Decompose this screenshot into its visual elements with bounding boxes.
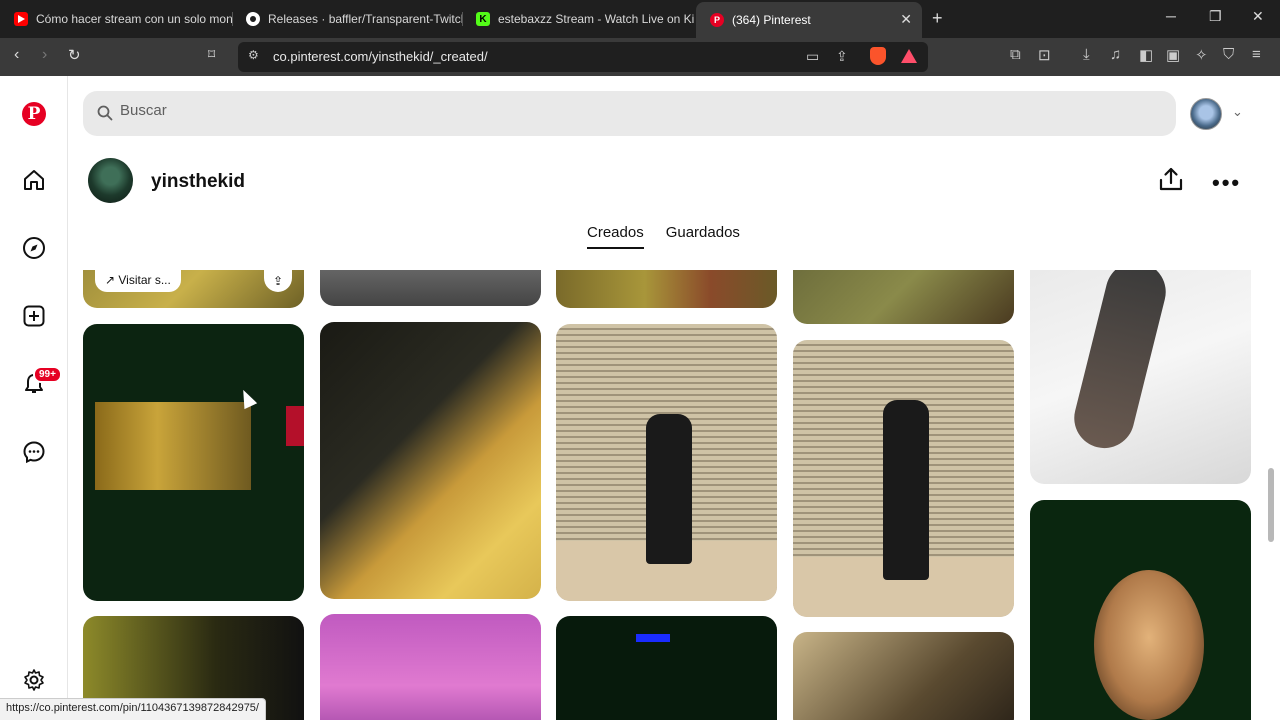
pin-card[interactable] [793,340,1014,617]
extensions-icon[interactable]: ⧉ [1010,46,1021,63]
minimize-icon[interactable]: ─ [1166,8,1176,24]
pin-card[interactable] [556,270,777,308]
more-options-icon[interactable]: ••• [1212,170,1241,196]
account-menu-chevron-down-icon[interactable]: ⌄ [1232,104,1243,120]
explore-icon[interactable] [22,236,46,260]
pin-image [286,406,304,446]
share-page-icon[interactable]: ⇪ [836,48,848,65]
tab-youtube[interactable]: Cómo hacer stream con un solo mon [0,0,232,38]
search-input[interactable] [120,102,1020,119]
tab-pinterest[interactable]: P (364) Pinterest ✕ [696,2,922,38]
scrollbar[interactable] [1268,468,1274,542]
tab-title: Releases · baffler/Transparent-Twitch- [268,12,462,26]
close-window-icon[interactable]: ✕ [1252,8,1264,25]
pin-card[interactable] [793,632,1014,720]
notification-badge: 99+ [33,366,62,383]
pinterest-logo-icon[interactable]: P [22,102,46,126]
home-icon[interactable] [22,168,46,192]
music-icon[interactable]: ♫ [1110,46,1121,63]
tab-title: estebaxzz Stream - Watch Live on Kic [498,12,694,26]
tab-title: Cómo hacer stream con un solo mon [36,12,232,26]
pin-image [883,400,929,580]
kick-icon: K [476,12,490,26]
pin-card[interactable] [793,270,1014,324]
pin-card[interactable] [83,324,304,601]
tab-saved[interactable]: Guardados [666,224,740,249]
browser-toolbar: ‹ › ↻ ⌑ ⚙ co.pinterest.com/yinsthekid/_c… [0,38,1280,76]
pin-card[interactable] [556,616,777,720]
pin-image [95,402,251,490]
cast-icon[interactable]: ▭ [806,48,819,65]
tab-created[interactable]: Creados [587,224,644,249]
account-avatar[interactable] [1190,98,1222,130]
pin-card[interactable] [1030,500,1251,720]
profile-avatar[interactable] [88,158,133,203]
tab-title: (364) Pinterest [732,13,811,27]
close-tab-icon[interactable]: ✕ [900,11,912,28]
pin-card[interactable]: ↗ Visitar s... ⇪ [83,270,304,308]
pin-card[interactable] [556,324,777,601]
profile-username: yinsthekid [151,171,245,192]
brave-rewards-icon[interactable] [901,49,917,63]
pin-share-icon[interactable]: ⇪ [264,270,292,292]
browser-tab-bar: Cómo hacer stream con un solo mon Releas… [0,0,1280,38]
visit-site-button[interactable]: ↗ Visitar s... [95,270,181,292]
share-profile-icon[interactable] [1158,166,1184,192]
status-url-bar: https://co.pinterest.com/pin/11043671398… [0,698,266,720]
wallet-icon[interactable]: ▣ [1166,46,1180,64]
search-icon [97,105,113,121]
search-bar[interactable] [83,91,1176,136]
messages-icon[interactable] [22,440,46,464]
tab-search-icon[interactable]: ⊡ [1038,46,1051,64]
reload-icon[interactable]: ↻ [68,46,81,64]
pin-image [636,634,670,642]
pin-card[interactable] [320,322,541,599]
profile-tabs: Creados Guardados [587,224,740,249]
sidebar-toggle-icon[interactable]: ◧ [1139,46,1153,64]
pinterest-icon: P [710,13,724,27]
settings-icon[interactable] [22,668,46,692]
pin-grid: ↗ Visitar s... ⇪ [70,270,1280,720]
back-icon[interactable]: ‹ [14,46,19,64]
youtube-icon [14,12,28,26]
pin-image [1094,570,1204,720]
pin-image [646,414,692,564]
menu-icon[interactable]: ≡ [1252,46,1261,63]
site-settings-icon[interactable]: ⚙ [248,48,259,62]
pin-card[interactable] [1030,270,1251,484]
tab-github[interactable]: Releases · baffler/Transparent-Twitch- [232,0,462,38]
new-tab-icon[interactable]: + [932,8,943,29]
visit-site-label: Visitar s... [118,273,171,287]
address-bar[interactable]: ⚙ co.pinterest.com/yinsthekid/_created/ … [238,42,928,72]
forward-icon[interactable]: › [42,46,47,64]
brave-shields-icon[interactable] [870,47,886,65]
vpn-icon[interactable]: ⛉ [1223,46,1234,63]
bookmark-icon[interactable]: ⌑ [208,46,215,63]
pinterest-sidebar: P 99+ [0,76,68,720]
url-text[interactable]: co.pinterest.com/yinsthekid/_created/ [273,49,488,64]
github-icon [246,12,260,26]
pin-image [1067,270,1173,455]
pin-card[interactable] [320,270,541,306]
restore-icon[interactable]: ❐ [1209,8,1222,25]
create-icon[interactable] [22,304,46,328]
leo-ai-icon[interactable]: ✧ [1195,46,1208,64]
tab-kick[interactable]: K estebaxzz Stream - Watch Live on Kic [462,0,694,38]
download-icon[interactable]: ⤓ [1083,46,1090,63]
pin-card[interactable] [320,614,541,720]
